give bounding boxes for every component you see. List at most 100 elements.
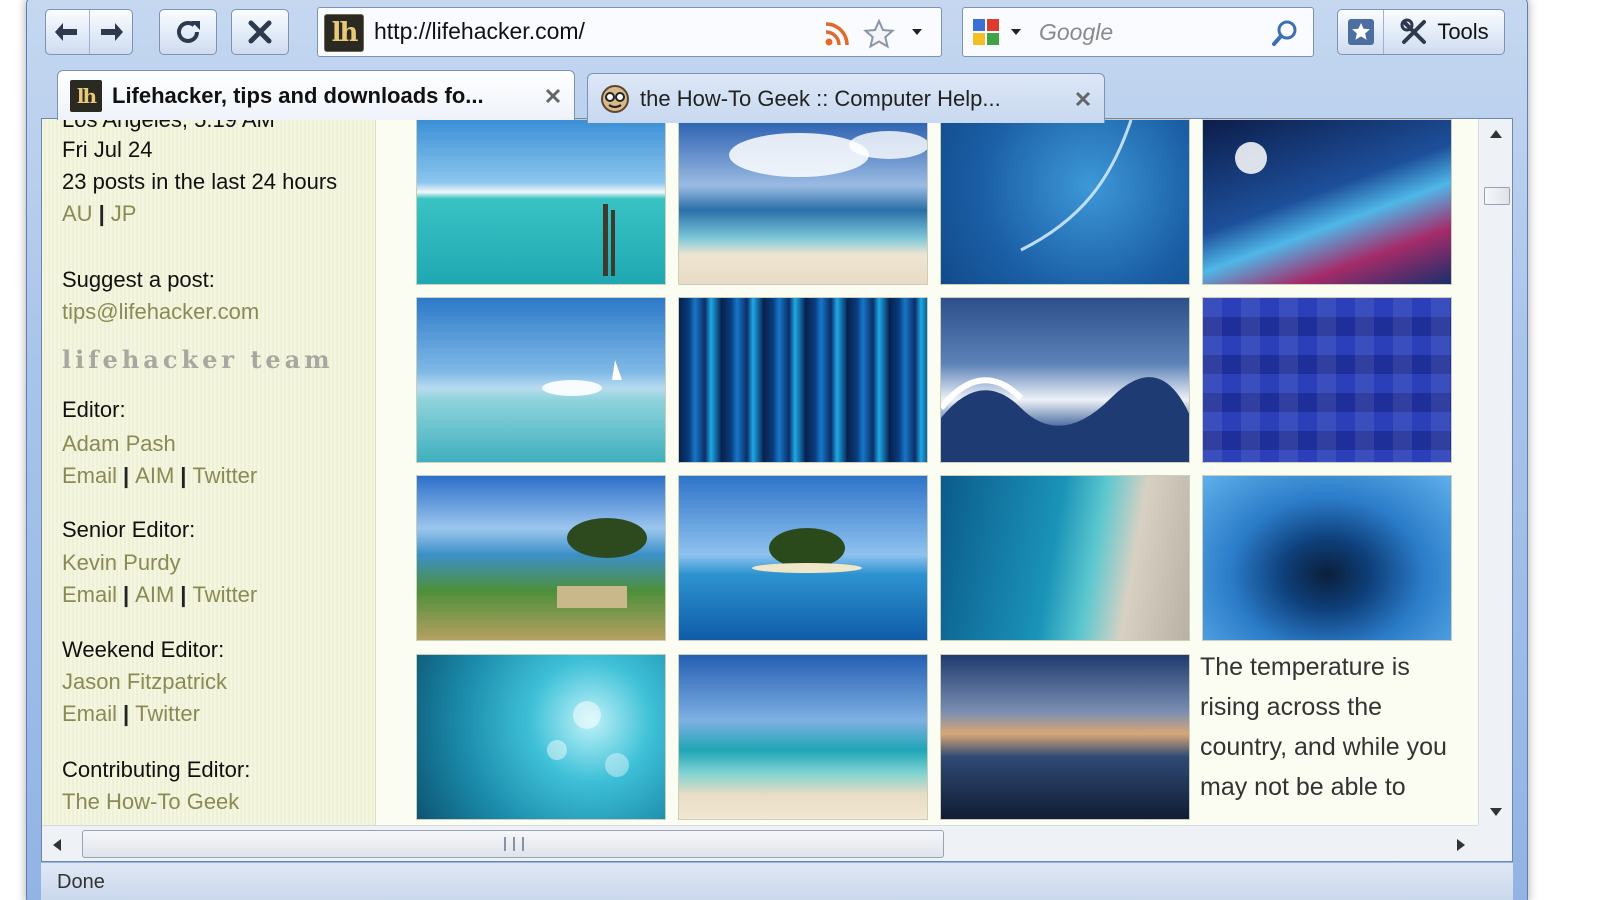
reload-button[interactable] [159, 9, 217, 55]
sidebar-post-count: 23 posts in the last 24 hours [62, 169, 338, 194]
lifehacker-favicon-icon: lh [324, 14, 364, 52]
sidebar-location-time: Los Angeles, 5:19 AM [62, 118, 275, 132]
email-link[interactable]: Email [62, 463, 117, 488]
tools-button[interactable]: Tools [1384, 10, 1504, 54]
search-bar[interactable]: Google [962, 7, 1314, 57]
wallpaper-thumbnail[interactable] [1202, 119, 1452, 285]
search-input[interactable]: Google [1039, 19, 1113, 46]
url-field[interactable]: http://lifehacker.com/ [374, 18, 585, 45]
wallpaper-thumbnail[interactable] [940, 119, 1190, 285]
staff-name-link[interactable]: Jason Fitzpatrick [62, 669, 227, 695]
google-engine-icon[interactable] [971, 17, 1027, 49]
wallpaper-thumbnail[interactable] [416, 475, 666, 641]
wallpaper-thumbnail[interactable] [940, 297, 1190, 463]
wallpaper-art [557, 518, 647, 608]
wallpaper-thumbnail[interactable] [416, 119, 666, 285]
email-link[interactable]: Email [62, 582, 117, 607]
edition-links: AU | JP [62, 201, 137, 226]
scroll-grip-icon [504, 837, 524, 851]
article-teaser-text: The temperature is rising across the cou… [1200, 653, 1447, 801]
email-link[interactable]: Email [62, 701, 117, 726]
staff-role: Editor: [62, 397, 126, 422]
browser-window: lh http://lifehacker.com/ Google Tools l… [26, 0, 1528, 900]
tools-wrench-icon [1400, 18, 1427, 44]
bookmarks-button[interactable] [1338, 10, 1384, 54]
close-icon[interactable] [1074, 90, 1092, 108]
twitter-link[interactable]: Twitter [135, 701, 200, 726]
team-heading: lifehacker team [62, 345, 334, 374]
staff-name-link[interactable]: Adam Pash [62, 431, 176, 457]
wallpaper-art [603, 204, 615, 276]
staff-contact-links: Email | Twitter [62, 701, 200, 726]
main-content: The temperature is rising across the cou… [376, 119, 1480, 825]
search-icon[interactable] [1271, 19, 1299, 47]
wallpaper-art [547, 701, 629, 777]
aim-link[interactable]: AIM [135, 582, 174, 607]
bookmark-star-icon[interactable] [863, 18, 895, 50]
wallpaper-art [542, 360, 622, 396]
staff-contact-links: Email | AIM | Twitter [62, 582, 258, 607]
scroll-right-arrow-icon[interactable] [1456, 838, 1466, 852]
rss-feed-icon[interactable] [823, 20, 851, 48]
scroll-down-arrow-icon[interactable] [1489, 807, 1503, 817]
wallpaper-thumbnail[interactable] [940, 475, 1190, 641]
chevron-down-icon[interactable] [911, 28, 923, 36]
wallpaper-thumbnail[interactable] [416, 297, 666, 463]
scroll-up-arrow-icon[interactable] [1489, 129, 1503, 139]
edition-link-jp[interactable]: JP [111, 201, 137, 226]
status-text: Done [57, 871, 105, 893]
twitter-link[interactable]: Twitter [192, 463, 257, 488]
staff-name-link[interactable]: Kevin Purdy [62, 550, 181, 576]
back-button[interactable] [46, 10, 89, 54]
scroll-left-arrow-icon[interactable] [52, 838, 62, 852]
stop-button[interactable] [231, 9, 289, 55]
vertical-scroll-thumb[interactable] [1484, 187, 1510, 205]
wallpaper-thumbnail[interactable] [1202, 297, 1452, 463]
twitter-link[interactable]: Twitter [192, 582, 257, 607]
edition-link-au[interactable]: AU [62, 201, 93, 226]
wallpaper-thumbnail[interactable] [416, 654, 666, 820]
tools-label: Tools [1437, 19, 1489, 44]
tab-title: Lifehacker, tips and downloads fo... [112, 82, 484, 108]
wallpaper-art [1020, 120, 1133, 252]
wallpaper-art [1235, 142, 1267, 174]
wallpaper-thumbnail[interactable] [678, 119, 928, 285]
wallpaper-thumbnail[interactable] [678, 475, 928, 641]
wallpaper-thumbnail[interactable] [1202, 475, 1452, 641]
sidebar-date: Fri Jul 24 [62, 137, 153, 162]
staff-role: Senior Editor: [62, 517, 196, 542]
wallpaper-art [941, 377, 1189, 462]
staff-role: Weekend Editor: [62, 637, 225, 662]
lifehacker-favicon-icon: lh [70, 79, 102, 112]
scrollbar-corner [1478, 825, 1512, 861]
suggest-label: Suggest a post: [62, 267, 215, 292]
aim-link[interactable]: AIM [135, 463, 174, 488]
staff-role: Contributing Editor: [62, 757, 251, 782]
tab-lifehacker[interactable]: lh Lifehacker, tips and downloads fo... [57, 70, 575, 120]
back-arrow-icon [55, 23, 78, 41]
status-bar: Done [41, 863, 1513, 900]
tab-howtogeek[interactable]: the How-To Geek :: Computer Help... [587, 73, 1105, 123]
nav-button-group [45, 9, 133, 55]
tips-email-link[interactable]: tips@lifehacker.com [62, 299, 259, 325]
forward-arrow-icon [100, 23, 123, 41]
tab-title: the How-To Geek :: Computer Help... [640, 85, 1001, 111]
close-icon[interactable] [544, 87, 562, 105]
wallpaper-art [729, 131, 927, 177]
wallpaper-art [752, 528, 862, 573]
bookmark-star-icon [1347, 19, 1374, 45]
staff-name-link[interactable]: The How-To Geek [62, 789, 239, 815]
horizontal-scrollbar[interactable] [42, 825, 1480, 861]
wallpaper-thumbnail[interactable] [678, 654, 928, 820]
address-bar[interactable]: lh http://lifehacker.com/ [317, 7, 942, 57]
wallpaper-thumbnail[interactable] [678, 297, 928, 463]
forward-button[interactable] [88, 10, 132, 54]
wallpaper-thumbnail[interactable] [940, 654, 1190, 820]
stop-x-icon [248, 20, 272, 44]
vertical-scrollbar[interactable] [1478, 119, 1512, 825]
horizontal-scroll-thumb[interactable] [82, 830, 944, 858]
howtogeek-favicon-icon [601, 84, 629, 113]
sidebar: Los Angeles, 5:19 AM Fri Jul 24 23 posts… [42, 119, 376, 825]
tools-button-group: Tools [1337, 9, 1505, 55]
reload-icon [177, 21, 200, 43]
